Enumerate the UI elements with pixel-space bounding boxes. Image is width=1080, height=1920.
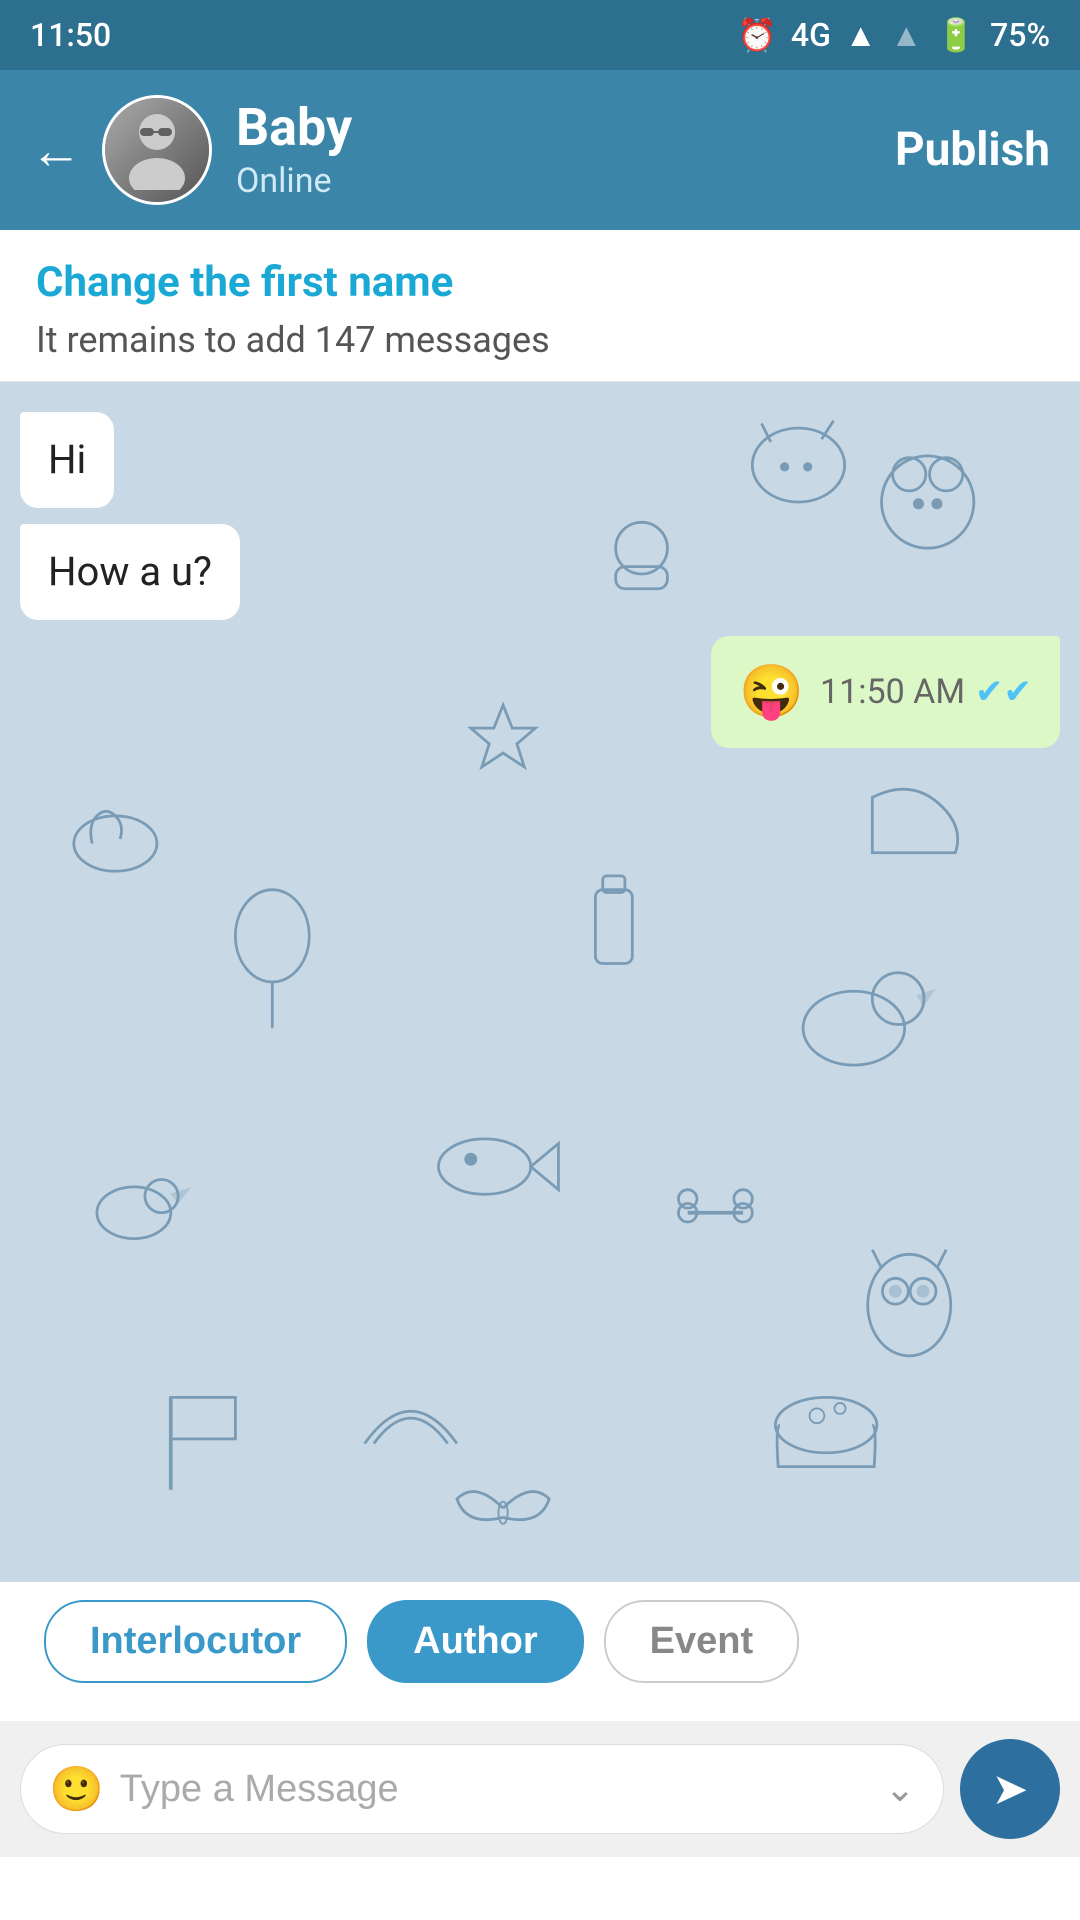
info-banner: Change the first name It remains to add … (0, 230, 1080, 382)
message-time: 11:50 AM (820, 670, 965, 714)
input-area: 🙂 ⌄ ➤ (0, 1721, 1080, 1857)
battery-icon: 🔋 (936, 16, 976, 54)
info-title: Change the first name (36, 258, 1044, 307)
message-meta: 11:50 AM ✔✔ (820, 670, 1032, 714)
send-button[interactable]: ➤ (960, 1739, 1060, 1839)
back-button[interactable]: ← (30, 120, 82, 181)
avatar (102, 95, 212, 205)
toolbar: ← Baby Online Publish (0, 70, 1080, 230)
message-received-2: How a u? (20, 524, 240, 620)
status-bar: 11:50 ⏰ 4G ▲ ▲ 🔋 75% (0, 0, 1080, 70)
messages-container: Hi How a u? 😜 11:50 AM ✔✔ (20, 412, 1060, 748)
message-received-1: Hi (20, 412, 114, 508)
alarm-icon: ⏰ (737, 16, 777, 54)
read-receipt: ✔✔ (975, 670, 1032, 714)
message-sent-1: 😜 11:50 AM ✔✔ (711, 636, 1060, 748)
time-display: 11:50 (30, 16, 111, 54)
message-input[interactable] (120, 1768, 869, 1811)
battery-label: 75% (990, 16, 1050, 54)
role-selector: Interlocutor Author Event (20, 1582, 1060, 1701)
send-icon: ➤ (992, 1763, 1029, 1815)
chat-area: Hi How a u? 😜 11:50 AM ✔✔ (0, 382, 1080, 1582)
signal-icon-2: ▲ (891, 16, 923, 54)
contact-name: Baby (236, 99, 895, 156)
chevron-down-icon[interactable]: ⌄ (885, 1768, 915, 1810)
input-wrapper: 🙂 ⌄ (20, 1744, 944, 1834)
contact-status: Online (236, 161, 895, 201)
author-button[interactable]: Author (367, 1600, 584, 1683)
signal-label: 4G (791, 16, 831, 54)
signal-icon: ▲ (845, 16, 877, 54)
sent-emoji: 😜 (739, 658, 804, 726)
emoji-button[interactable]: 🙂 (49, 1763, 104, 1815)
contact-info: Baby Online (236, 99, 895, 200)
event-button[interactable]: Event (604, 1600, 799, 1683)
publish-button[interactable]: Publish (895, 123, 1050, 177)
status-icons: ⏰ 4G ▲ ▲ 🔋 75% (737, 16, 1050, 54)
interlocutor-button[interactable]: Interlocutor (44, 1600, 347, 1683)
info-subtitle: It remains to add 147 messages (36, 319, 1044, 361)
